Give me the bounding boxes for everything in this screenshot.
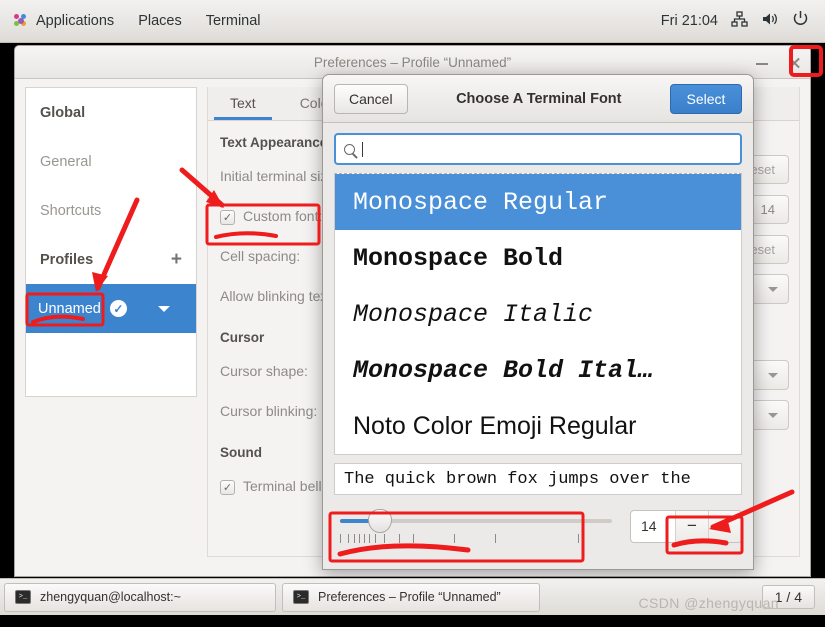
search-icon (344, 143, 355, 155)
gnome-logo-icon (14, 13, 29, 29)
workspace-pager[interactable]: 1 / 4 (761, 585, 815, 609)
sidebar-item-shortcuts[interactable]: Shortcuts (26, 186, 196, 235)
custom-font-checkbox[interactable]: ✓ (220, 209, 235, 225)
font-name: Monospace Bold (353, 243, 564, 273)
cancel-button[interactable]: Cancel (334, 83, 408, 114)
gnome-top-panel: Applications Places Terminal Fri 21:04 (0, 0, 825, 43)
text-caret (362, 141, 363, 157)
terminal-icon: >_ (293, 590, 309, 604)
terminal-icon: >_ (15, 590, 31, 604)
taskbar-item-terminal[interactable]: >_ zhengyquan@localhost:~ (4, 582, 276, 612)
window-controls (753, 46, 803, 79)
tab-text-label: Text (230, 95, 256, 111)
font-size-slider[interactable] (334, 506, 618, 546)
menu-terminal[interactable]: Terminal (194, 0, 273, 43)
chevron-down-icon (768, 412, 778, 418)
font-size-row: 14 − + (334, 506, 742, 546)
taskbar: >_ zhengyquan@localhost:~ >_ Preferences… (0, 578, 825, 615)
font-name: Monospace Regular (353, 187, 609, 217)
sidebar-profiles-label: Profiles (40, 251, 94, 268)
minimize-button[interactable] (753, 54, 771, 72)
tab-text[interactable]: Text (208, 87, 278, 120)
taskbar-item-label: Preferences – Profile “Unnamed” (318, 590, 501, 604)
list-item[interactable]: Monospace Bold (335, 230, 741, 286)
sidebar-header-profiles: Profiles + (26, 235, 196, 284)
chevron-down-icon (768, 286, 778, 292)
menu-places[interactable]: Places (126, 0, 194, 43)
add-profile-button[interactable]: + (171, 250, 182, 269)
slider-handle[interactable] (368, 509, 392, 533)
list-item[interactable]: Monospace Italic (335, 286, 741, 342)
clock-label[interactable]: Fri 21:04 (661, 13, 718, 29)
sidebar-item-shortcuts-label: Shortcuts (40, 202, 102, 219)
taskbar-item-label: zhengyquan@localhost:~ (40, 590, 181, 604)
select-button[interactable]: Select (669, 83, 742, 114)
menu-terminal-label: Terminal (205, 12, 261, 29)
list-item[interactable]: Monospace Regular (335, 174, 741, 230)
sidebar-item-general[interactable]: General (26, 137, 196, 186)
font-chooser-dialog: Cancel Choose A Terminal Font Select Mon… (322, 74, 754, 570)
page-title: Preferences – Profile “Unnamed” (313, 54, 512, 70)
network-icon[interactable] (731, 10, 748, 32)
power-icon[interactable] (792, 10, 809, 32)
font-name: Monospace Bold Ital… (353, 355, 654, 385)
list-item[interactable]: Monospace Bold Ital… (335, 342, 741, 398)
font-preview-field[interactable]: The quick brown fox jumps over the (334, 463, 742, 495)
sidebar-item-unnamed-profile[interactable]: Unnamed ✓ (26, 284, 196, 333)
font-dialog-body: Monospace Regular Monospace Bold Monospa… (323, 123, 753, 546)
font-dialog-header: Cancel Choose A Terminal Font Select (323, 75, 753, 123)
terminal-bell-checkbox[interactable]: ✓ (220, 479, 235, 495)
sidebar-item-general-label: General (40, 153, 92, 170)
sidebar: Global General Shortcuts Profiles + Unna… (25, 87, 197, 397)
font-size-decrement-button[interactable]: − (675, 510, 708, 542)
menu-places-label: Places (138, 12, 182, 29)
screen-root: Applications Places Terminal Fri 21:04 P… (0, 0, 825, 627)
topbar-status-area: Fri 21:04 (661, 10, 825, 32)
label-terminal-bell: Terminal bell (243, 477, 322, 494)
font-dialog-title: Choose A Terminal Font (456, 90, 622, 107)
volume-icon[interactable] (761, 11, 779, 32)
menu-applications-label: Applications (36, 12, 115, 29)
font-preview-text: The quick brown fox jumps over the (344, 469, 691, 489)
profile-default-check-icon[interactable]: ✓ (109, 300, 127, 317)
sidebar-profile-name: Unnamed (38, 300, 101, 317)
menu-applications[interactable]: Applications (0, 0, 126, 43)
font-list[interactable]: Monospace Regular Monospace Bold Monospa… (334, 173, 742, 455)
sidebar-header-global: Global (26, 88, 196, 137)
chevron-down-icon (768, 372, 778, 378)
profile-menu-chevron-down-icon[interactable] (158, 305, 170, 312)
font-search-field[interactable] (334, 133, 742, 165)
font-name: Monospace Italic (353, 299, 594, 329)
font-size-value[interactable]: 14 (631, 518, 675, 534)
font-name: Noto Color Emoji Regular (353, 411, 637, 440)
list-item[interactable]: Noto Color Emoji Regular (335, 398, 741, 454)
label-custom-font: Custom font: (243, 207, 323, 224)
font-size-spinner[interactable]: 14 − + (630, 509, 742, 543)
font-size-increment-button[interactable]: + (708, 510, 741, 542)
slider-ticks (340, 534, 612, 543)
taskbar-item-preferences[interactable]: >_ Preferences – Profile “Unnamed” (282, 582, 540, 612)
close-button[interactable] (785, 54, 803, 72)
sidebar-global-label: Global (40, 104, 86, 121)
